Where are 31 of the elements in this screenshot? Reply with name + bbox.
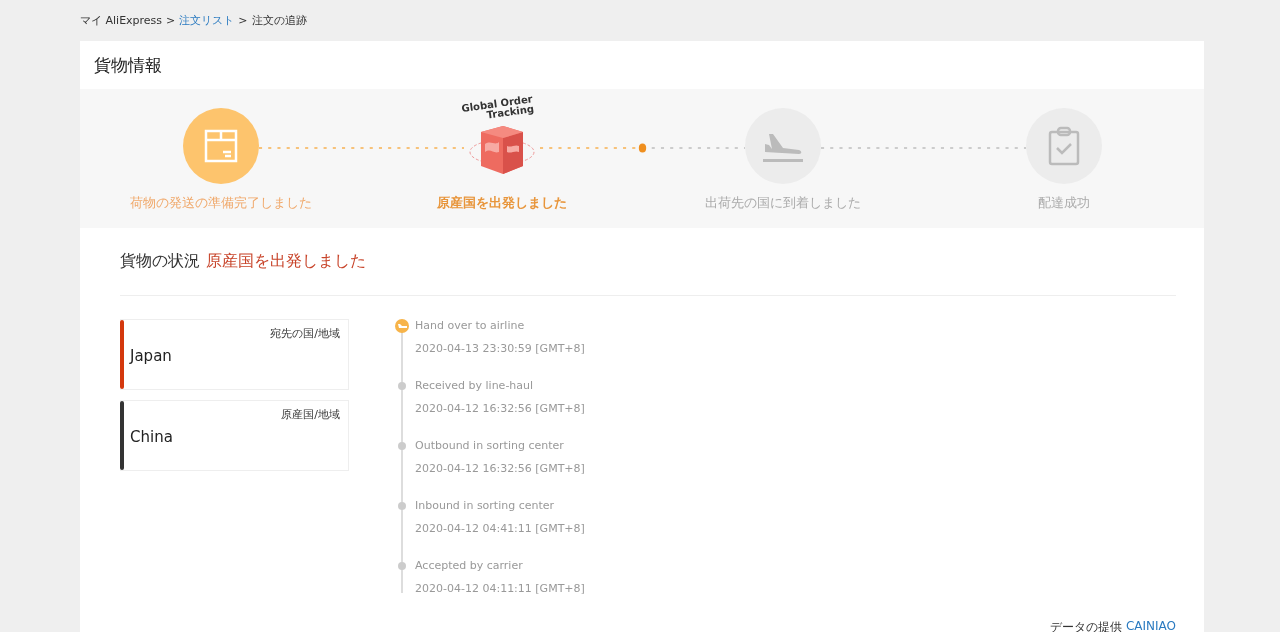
step-label: 出荷先の国に到着しました — [704, 194, 861, 212]
panel-title: 貨物情報 — [93, 53, 163, 77]
event-title: Accepted by carrier — [415, 559, 524, 572]
status-value: 原産国を出発しました — [206, 251, 366, 272]
step-label: 原産国を出発しました — [436, 194, 567, 212]
step-label: 配達成功 — [1037, 194, 1090, 212]
event-title: Outbound in sorting center — [415, 439, 565, 452]
breadcrumb-link[interactable]: 注文リスト — [179, 13, 235, 28]
breadcrumb-separator: > — [238, 14, 248, 27]
event-time: 2020-04-12 16:32:56 [GMT+8] — [415, 462, 585, 475]
country-name: Japan — [130, 347, 173, 365]
breadcrumb-item: マイ AliExpress — [80, 13, 163, 28]
event-title: Inbound in sorting center — [415, 499, 556, 512]
box-icon — [202, 128, 239, 164]
provider-link[interactable]: CAINIAO — [1125, 619, 1176, 632]
footer-label: データの提供 — [1049, 619, 1122, 632]
clipboard-check-icon — [1047, 126, 1080, 166]
country-caption: 原産国/地域 — [281, 407, 340, 422]
breadcrumb-separator: > — [166, 14, 176, 27]
country-caption: 宛先の国/地域 — [270, 326, 340, 341]
status-label: 貨物の状況 — [120, 251, 200, 272]
event-time: 2020-04-12 04:11:11 [GMT+8] — [415, 582, 585, 595]
event-time: 2020-04-12 04:41:11 [GMT+8] — [415, 522, 585, 535]
breadcrumb-item: 注文の追跡 — [251, 13, 307, 28]
event-time: 2020-04-12 16:32:56 [GMT+8] — [415, 402, 585, 415]
event-time: 2020-04-13 23:30:59 [GMT+8] — [415, 342, 585, 355]
event-title: Received by line-haul — [415, 379, 535, 392]
tracking-logo: Global Order Tracking — [460, 94, 535, 123]
country-name: China — [130, 428, 174, 446]
event-title: Hand over to airline — [415, 319, 526, 332]
step-label: 荷物の発送の準備完了しました — [129, 194, 312, 212]
